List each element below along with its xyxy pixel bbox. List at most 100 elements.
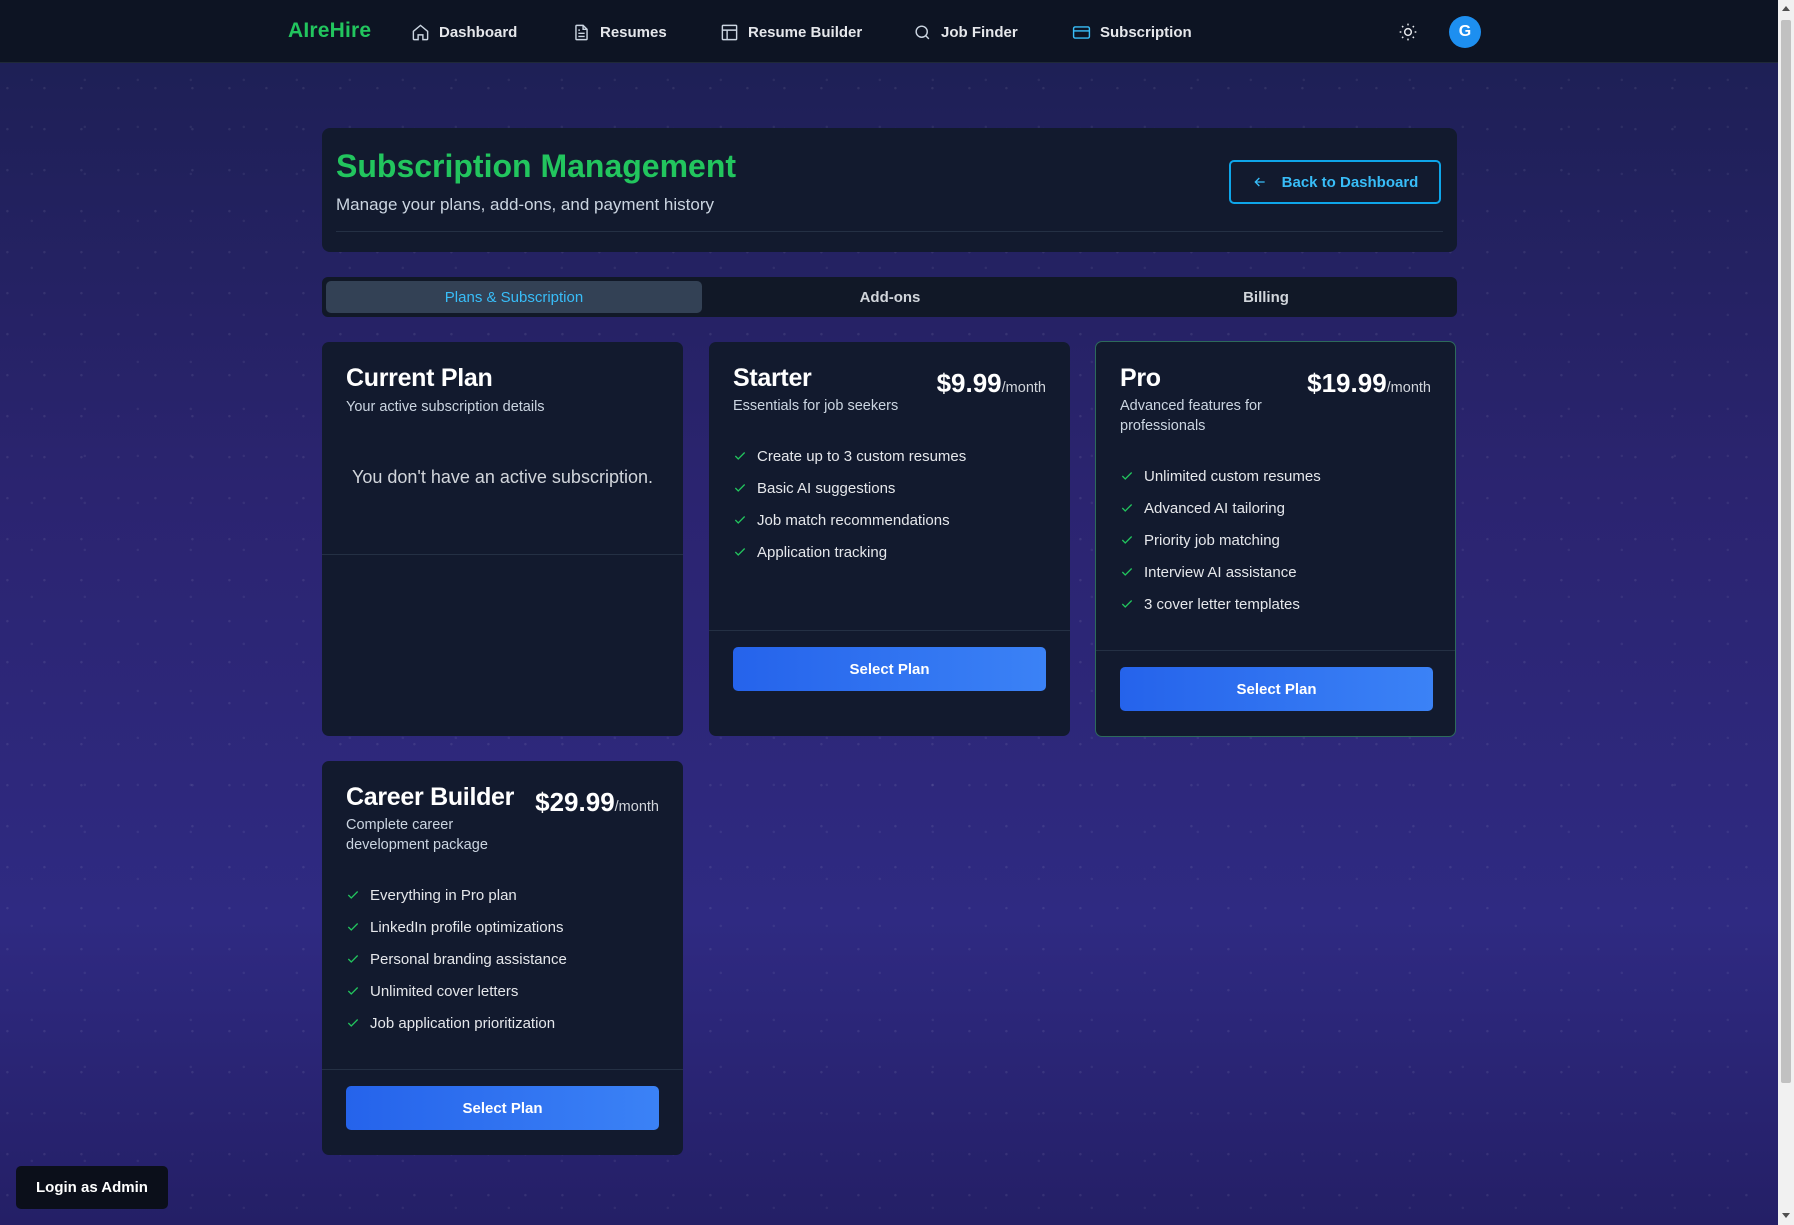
scroll-down-arrow-icon[interactable] [1782, 1213, 1790, 1218]
feature-label: Unlimited custom resumes [1144, 467, 1321, 485]
back-button-label: Back to Dashboard [1281, 173, 1419, 191]
feature-list: Create up to 3 custom resumes Basic AI s… [733, 440, 966, 568]
feature-item: Unlimited cover letters [346, 975, 567, 1007]
feature-label: Everything in Pro plan [370, 886, 517, 904]
feature-label: Application tracking [757, 543, 888, 561]
page-subtitle: Manage your plans, add-ons, and payment … [336, 195, 715, 214]
current-plan-title: Current Plan [346, 364, 493, 392]
nav-item-resumes[interactable]: Resumes [572, 19, 667, 45]
check-icon [1121, 536, 1133, 544]
nav-item-label: Subscription [1100, 23, 1192, 41]
card-divider [322, 554, 683, 555]
feature-item: Job match recommendations [733, 504, 966, 536]
page-title: Subscription Management [336, 148, 737, 184]
nav-item-subscription[interactable]: Subscription [1072, 19, 1192, 45]
login-as-admin-button[interactable]: Login as Admin [16, 1166, 168, 1209]
check-icon [734, 484, 746, 492]
header-divider [336, 231, 1443, 232]
plan-price: $29.99/month [535, 787, 659, 818]
check-icon [734, 548, 746, 556]
home-icon [412, 23, 429, 40]
feature-item: Unlimited custom resumes [1120, 460, 1321, 492]
scroll-up-arrow-icon[interactable] [1782, 6, 1790, 11]
brand-logo[interactable]: AIreHire [288, 19, 371, 43]
no-subscription-message: You don't have an active subscription. [352, 467, 653, 487]
feature-label: Unlimited cover letters [370, 982, 519, 1000]
feature-label: Create up to 3 custom resumes [757, 447, 967, 465]
search-icon [915, 24, 930, 39]
sun-icon [1399, 23, 1417, 41]
check-icon [347, 891, 359, 899]
nav-item-label: Dashboard [439, 23, 518, 41]
tab-plans-subscription[interactable]: Plans & Subscription [326, 281, 702, 313]
current-plan-card: Current Plan Your active subscription de… [322, 342, 683, 736]
back-to-dashboard-button[interactable]: Back to Dashboard [1229, 160, 1441, 204]
plan-card-career-builder: Career Builder Complete career developme… [322, 761, 683, 1155]
feature-list: Unlimited custom resumes Advanced AI tai… [1120, 460, 1321, 620]
price-period: /month [1386, 380, 1431, 396]
nav-item-resume-builder[interactable]: Resume Builder [720, 19, 862, 45]
feature-item: 3 cover letter templates [1120, 588, 1321, 620]
plan-description: Complete career development package [346, 817, 488, 853]
top-navbar: AIreHire Dashboard Resumes Resume Builde… [0, 0, 1778, 63]
tab-add-ons[interactable]: Add-ons [702, 281, 1078, 313]
nav-item-dashboard[interactable]: Dashboard [411, 19, 517, 45]
card-divider [709, 630, 1070, 631]
plan-card-pro: Pro Advanced features for professionals … [1095, 341, 1456, 737]
document-icon [575, 24, 588, 40]
scrollbar-thumb[interactable] [1781, 20, 1791, 1083]
page-header-card: Subscription Management Manage your plan… [322, 128, 1457, 252]
check-icon [734, 452, 746, 460]
feature-item: Create up to 3 custom resumes [733, 440, 966, 472]
subscription-tabs: Plans & Subscription Add-ons Billing [322, 277, 1457, 317]
plan-name: Career Builder [346, 783, 515, 811]
feature-item: Interview AI assistance [1120, 556, 1321, 588]
feature-item: Priority job matching [1120, 524, 1321, 556]
check-icon [347, 987, 359, 995]
feature-label: Job match recommendations [757, 511, 950, 529]
page-scrollbar[interactable] [1778, 0, 1794, 1225]
check-icon [1121, 504, 1133, 512]
feature-item: Basic AI suggestions [733, 472, 966, 504]
nav-item-label: Resume Builder [748, 23, 863, 41]
theme-toggle-button[interactable] [1396, 20, 1420, 44]
current-plan-subtitle: Your active subscription details [346, 399, 545, 415]
card-divider [1096, 650, 1455, 651]
plan-name: Pro [1120, 364, 1161, 392]
plan-name: Starter [733, 364, 812, 392]
feature-label: Job application prioritization [370, 1014, 556, 1032]
select-plan-button-pro[interactable]: Select Plan [1120, 667, 1433, 711]
feature-item: Application tracking [733, 536, 966, 568]
arrow-left-icon [1254, 177, 1265, 187]
user-avatar[interactable]: G [1449, 16, 1481, 48]
check-icon [347, 955, 359, 963]
price-amount: $19.99 [1307, 368, 1387, 398]
check-icon [734, 516, 746, 524]
card-divider [322, 1069, 683, 1070]
plan-description: Advanced features for professionals [1120, 398, 1262, 434]
nav-item-label: Job Finder [941, 23, 1018, 41]
select-plan-button-career-builder[interactable]: Select Plan [346, 1086, 659, 1130]
nav-item-label: Resumes [600, 23, 667, 41]
select-plan-button-starter[interactable]: Select Plan [733, 647, 1046, 691]
feature-label: LinkedIn profile optimizations [370, 918, 564, 936]
price-amount: $9.99 [936, 368, 1002, 398]
price-period: /month [1001, 380, 1046, 396]
feature-label: Priority job matching [1144, 531, 1280, 549]
feature-label: Advanced AI tailoring [1144, 499, 1285, 517]
feature-item: LinkedIn profile optimizations [346, 911, 567, 943]
plan-description: Essentials for job seekers [733, 398, 899, 414]
plan-price: $19.99/month [1307, 368, 1431, 399]
price-period: /month [614, 799, 659, 815]
nav-item-job-finder[interactable]: Job Finder [913, 19, 1018, 45]
feature-item: Everything in Pro plan [346, 879, 567, 911]
tab-billing[interactable]: Billing [1078, 281, 1454, 313]
layout-icon [721, 24, 738, 40]
check-icon [1121, 600, 1133, 608]
check-icon [347, 923, 359, 931]
feature-item: Advanced AI tailoring [1120, 492, 1321, 524]
plan-price: $9.99/month [937, 368, 1046, 399]
check-icon [1121, 568, 1133, 576]
feature-label: Basic AI suggestions [757, 479, 896, 497]
price-amount: $29.99 [535, 787, 615, 817]
